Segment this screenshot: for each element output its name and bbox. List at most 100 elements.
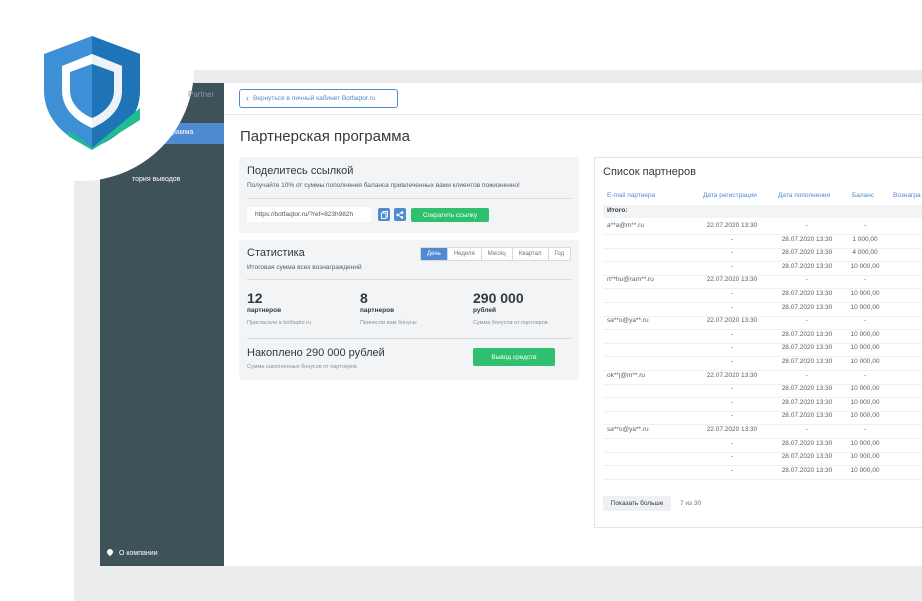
table-cell: 28.07.2020 13:30 [781,235,833,243]
copy-icon[interactable] [378,208,390,221]
stat-bonus-sum-note: Сумма бонусов от партнеров [473,320,548,326]
stat-bonus-sum-unit: рублей [473,307,497,314]
table-cell: 28.07.2020 13:30 [781,290,833,297]
table-cell: 28.07.2020 13:30 [781,385,833,393]
referral-url-field[interactable]: https://botfaqtor.ru/?ref=823h982h [247,207,371,222]
stats-subtitle: Итоговая сумма всех вознаграждений [247,264,362,271]
page-title: Партнерская программа [240,128,410,145]
stat-invited-unit: партнеров [247,307,282,314]
table-cell: 10 000,00 [850,398,880,406]
tab-year[interactable]: Год [547,248,571,260]
table-cell: - [805,222,809,229]
divider [247,338,571,339]
table-cell: - [730,439,734,447]
table-cell: 10 000,00 [850,439,880,447]
table-cell: a**a@m**.ru [607,222,644,229]
table-cell: - [805,371,809,379]
table-cell: 10 000,00 [850,290,880,297]
column-header-reward[interactable]: Вознагра [893,192,921,199]
table-cell: - [805,317,809,325]
chevron-left-icon: ‹ [246,93,249,103]
table-cell: 28.07.2020 13:30 [781,439,833,447]
table-cell: 1 000,00 [852,235,878,243]
table-cell: - [863,371,867,379]
table-cell: 22.07.2020 13:30 [706,317,758,325]
table-cell: 28.07.2020 13:30 [781,358,833,365]
divider [247,279,571,280]
table-cell: - [730,466,734,474]
table-cell: - [863,276,867,284]
total-row [603,205,922,218]
shorten-link-button[interactable]: Сократить ссылку [411,208,489,222]
stat-bonus-sum-value: 290 000 [473,290,524,306]
stat-bonus-partners-unit: партнеров [360,307,395,314]
table-cell: 28.07.2020 13:30 [781,303,833,311]
table-cell: - [863,426,867,433]
table-cell: 10 000,00 [850,453,880,461]
show-more-button[interactable]: Показать больше [603,496,671,511]
shield-logo-icon [44,36,140,150]
table-cell: 28.07.2020 13:30 [781,262,833,270]
table-cell: 10 000,00 [850,303,880,311]
tab-day[interactable]: День [421,248,447,260]
tab-quarter[interactable]: Квартал [511,248,548,260]
column-header-reg-date[interactable]: Дата регистрации [703,192,757,199]
stat-invited-note: Пригласили в botfaqtor.ru [247,320,312,326]
table-cell: - [730,235,734,243]
table-cell: rt**hu@ram**.ru [607,276,654,284]
column-header-balance[interactable]: Баланс [852,192,874,199]
table-cell: 28.07.2020 13:30 [781,330,833,338]
table-cell: 10 000,00 [850,358,880,365]
table-cell: 10 000,00 [850,262,880,270]
partners-title: Список партнеров [603,166,696,178]
stat-invited-value: 12 [247,290,263,306]
table-cell: 28.07.2020 13:30 [781,344,833,352]
table-cell: 22.07.2020 13:30 [706,426,758,433]
back-to-cabinet-button[interactable]: ‹ Вернуться в личный кабинет Botfaqtor.r… [239,89,398,108]
stats-title: Статистика [247,247,305,259]
table-cell: - [730,385,734,393]
table-cell: 10 000,00 [850,385,880,393]
table-cell: ok**j@m**.ru [607,371,646,379]
sidebar-item-about-label: О компании [119,549,158,557]
pagination-counter: 7 из 30 [680,500,702,507]
share-subtitle: Получайте 10% от суммы пополнения баланс… [247,182,520,189]
column-header-topup-date[interactable]: Дата пополнения [778,192,830,199]
table-cell: sa**o@ya**.ru [607,426,649,433]
tab-week[interactable]: Неделя [446,248,481,260]
table-cell: 22.07.2020 13:30 [706,371,758,379]
share-icon[interactable] [394,208,406,221]
table-cell: - [730,330,734,338]
table-cell: 10 000,00 [850,466,880,474]
table-cell: - [730,249,734,257]
table-cell: 4 000,00 [852,249,878,257]
accumulated-title: Накоплено 290 000 рублей [247,347,385,359]
table-cell: - [730,290,734,297]
table-cell: - [730,412,734,420]
table-cell: 28.07.2020 13:30 [781,453,833,461]
table-cell: - [863,317,867,325]
stat-bonus-partners-value: 8 [360,290,368,306]
tab-month[interactable]: Месяц [480,248,512,260]
withdraw-button[interactable]: Вывод средств [473,348,555,366]
table-cell: 28.07.2020 13:30 [781,412,833,420]
column-header-email[interactable]: E-mail партнера [607,192,655,199]
location-pin-icon [107,549,113,557]
table-cell: - [730,398,734,406]
divider [247,198,571,199]
table-cell: 10 000,00 [850,344,880,352]
table-cell: - [730,262,734,270]
table-cell: - [805,276,809,284]
table-cell: 28.07.2020 13:30 [781,398,833,406]
table-cell: - [730,358,734,365]
table-cell: 22.07.2020 13:30 [706,222,758,229]
total-label: Итого: [607,207,628,214]
table-cell: 28.07.2020 13:30 [781,466,833,474]
table-cell: sa**o@ya**.ru [607,317,649,325]
screenshot-stage: рамма тория выводов О компании ‹ Вернуть… [0,0,922,601]
sidebar-item-withdraw-history[interactable]: тория выводов [132,176,180,183]
sidebar-item-about[interactable]: О компании [107,549,158,557]
table-cell: - [730,303,734,311]
table-cell: 28.07.2020 13:30 [781,249,833,257]
table-cell: - [805,426,809,433]
